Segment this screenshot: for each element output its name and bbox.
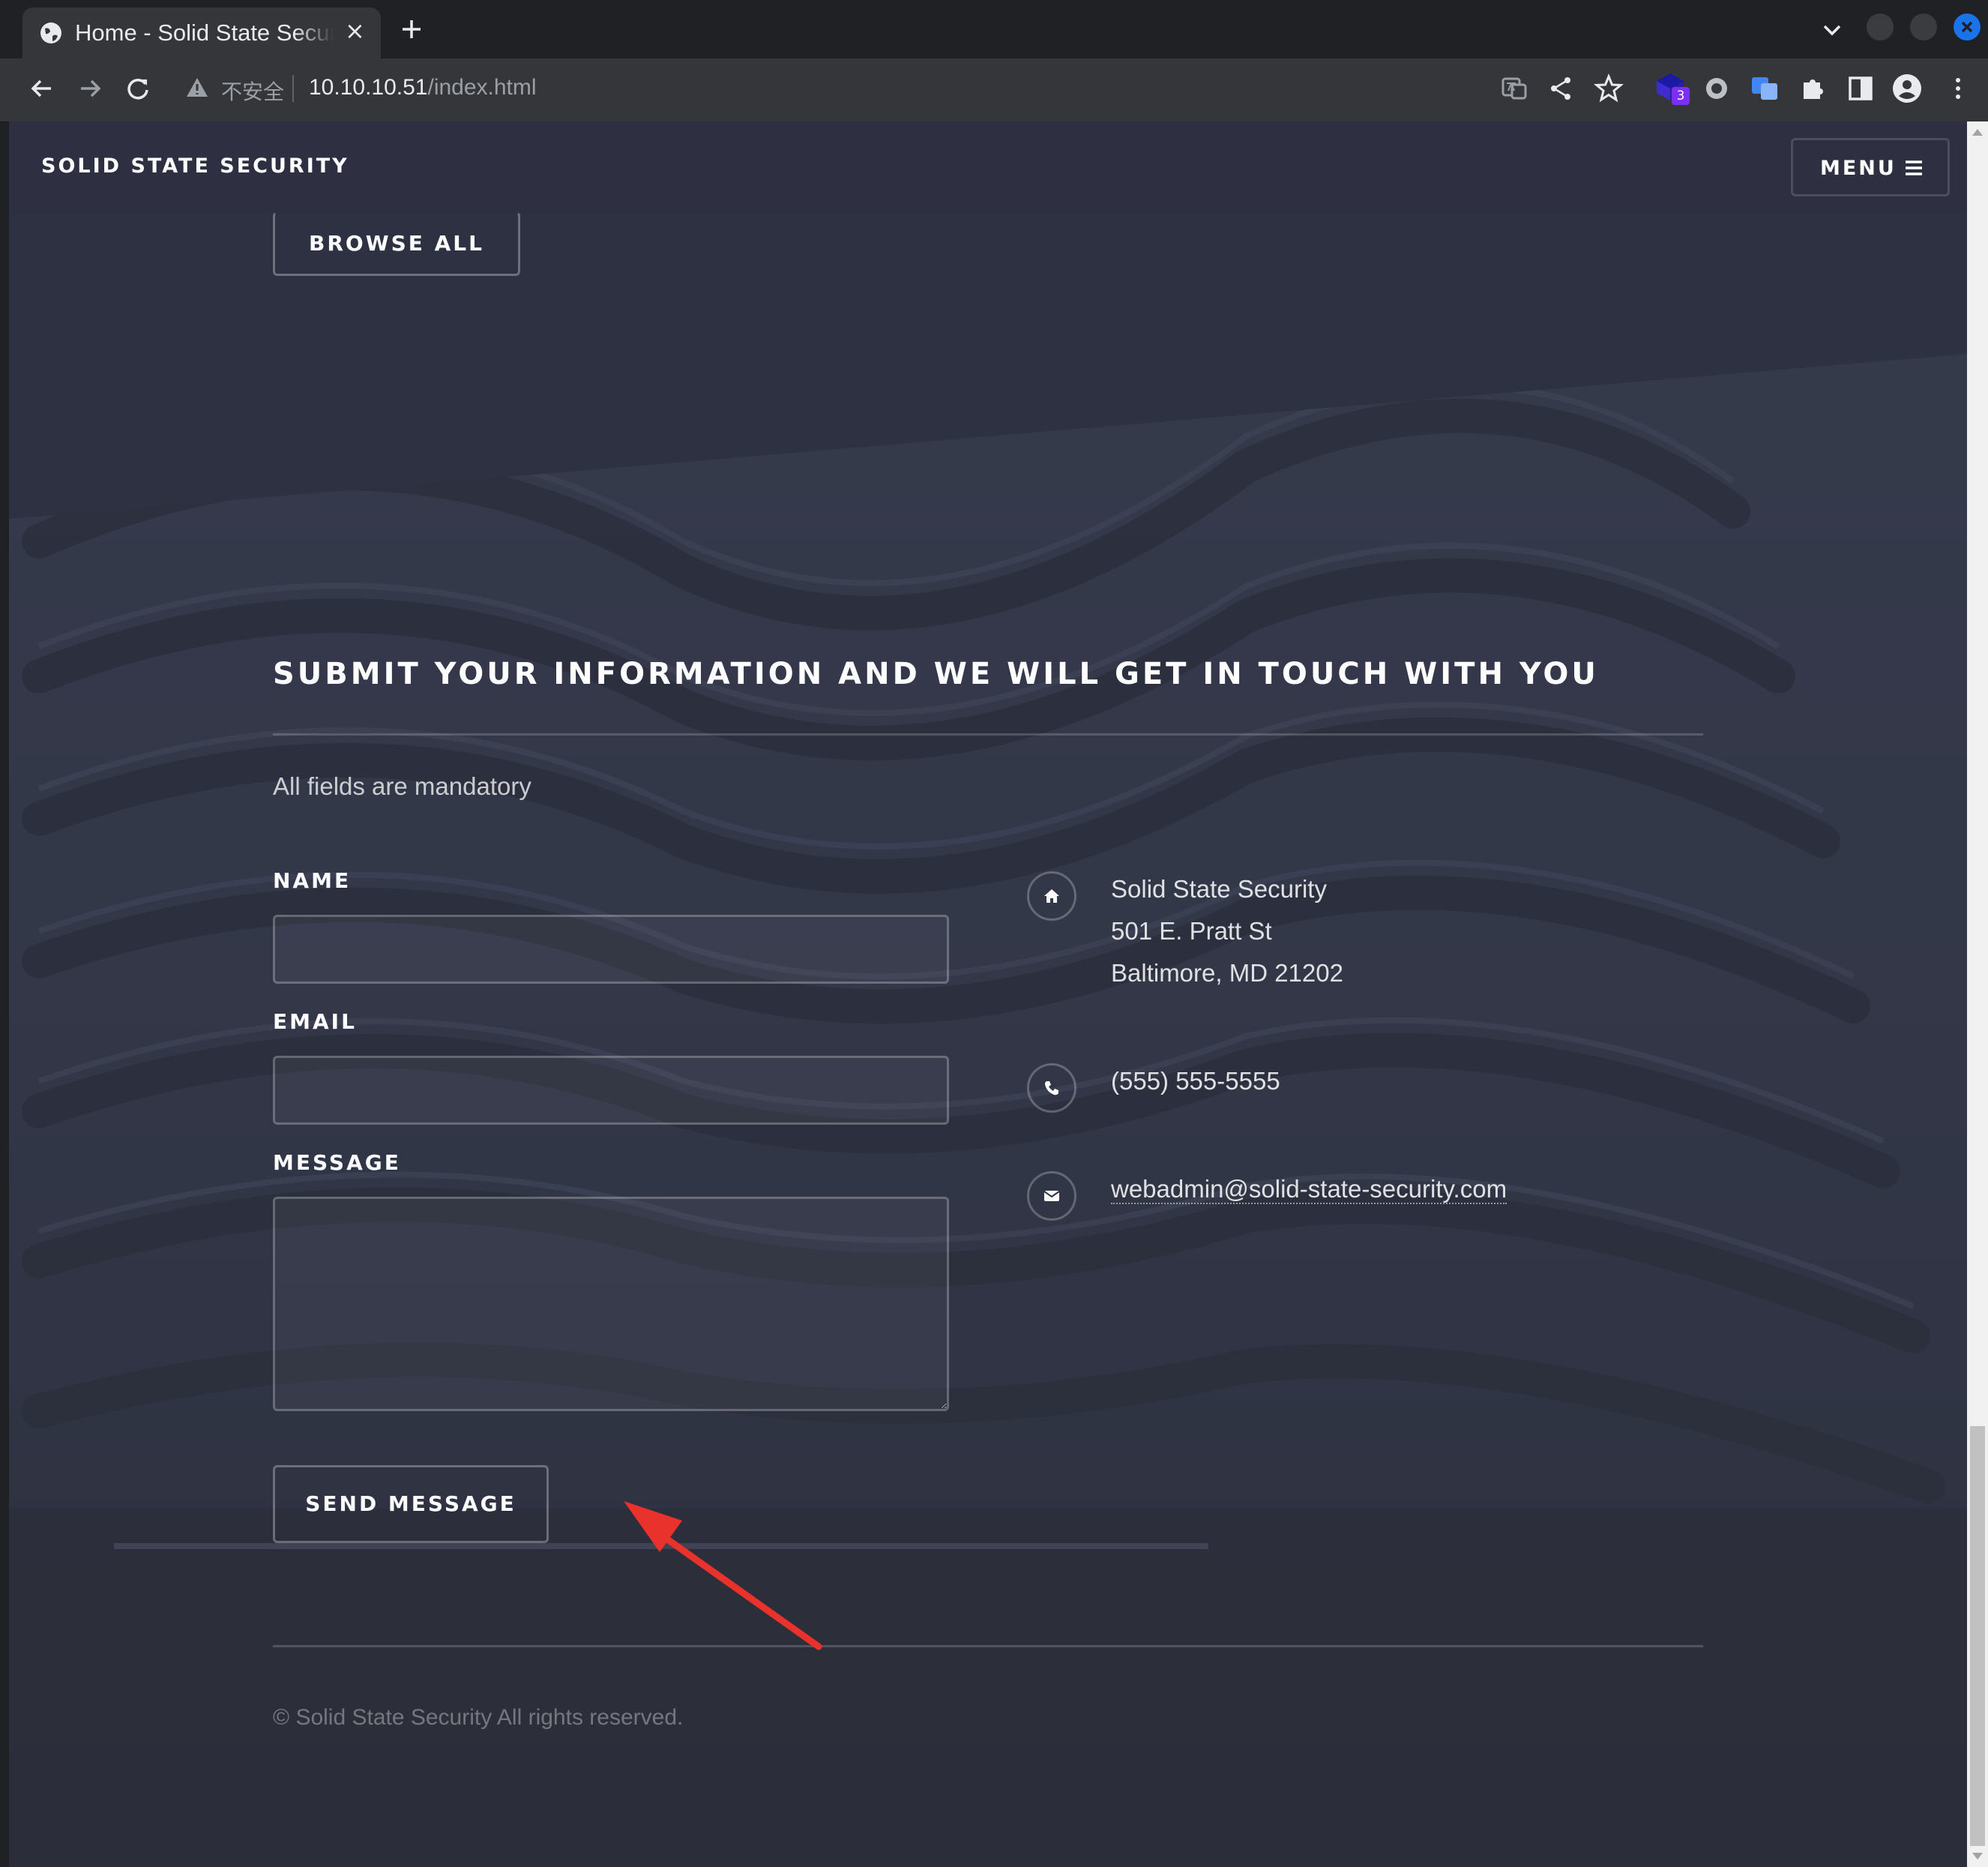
menu-button[interactable]: MENU bbox=[1791, 138, 1950, 196]
address-line-2: 501 E. Pratt St bbox=[1111, 917, 1272, 945]
star-icon[interactable] bbox=[1594, 73, 1624, 103]
tab-title: Home - Solid State Security bbox=[75, 19, 334, 46]
site-header: SOLID STATE SECURITY MENU bbox=[9, 121, 1967, 213]
message-label: MESSAGE bbox=[273, 1150, 401, 1175]
name-label: NAME bbox=[273, 868, 352, 893]
browser-tab-strip: Home - Solid State Security × bbox=[0, 0, 1988, 58]
url-text: 10.10.10.51/index.html bbox=[309, 75, 537, 100]
new-tab-icon[interactable] bbox=[399, 16, 424, 42]
footer-divider bbox=[273, 1645, 1703, 1647]
email-row: webadmin@solid-state-security.com bbox=[1111, 1168, 1507, 1210]
address-icon-circle bbox=[1027, 871, 1076, 921]
warning-icon[interactable] bbox=[186, 76, 208, 99]
browse-all-button[interactable]: BROWSE ALL bbox=[273, 211, 520, 276]
chevron-down-icon[interactable] bbox=[1822, 22, 1843, 37]
message-textarea[interactable] bbox=[273, 1197, 949, 1411]
close-icon bbox=[1961, 21, 1973, 33]
email-label: EMAIL bbox=[273, 1009, 357, 1034]
address-block: Solid State Security 501 E. Pratt St Bal… bbox=[1111, 868, 1343, 994]
translate-extension-icon[interactable] bbox=[1750, 73, 1780, 103]
copyright-text: © Solid State Security All rights reserv… bbox=[273, 1705, 684, 1730]
address-bar[interactable]: 不安全 10.10.10.51/index.html bbox=[172, 66, 1570, 112]
phone-icon-circle bbox=[1027, 1063, 1076, 1113]
record-extension-icon[interactable] bbox=[1702, 73, 1732, 103]
url-divider bbox=[292, 75, 294, 102]
email-icon-circle bbox=[1027, 1171, 1076, 1221]
scroll-up-arrow-icon[interactable] bbox=[1972, 127, 1984, 136]
phone-icon bbox=[1045, 1081, 1058, 1095]
form-subtitle: All fields are mandatory bbox=[273, 772, 531, 800]
page-scrollbar[interactable] bbox=[1967, 121, 1988, 1867]
send-message-button[interactable]: SEND MESSAGE bbox=[273, 1465, 549, 1543]
maximize-button[interactable] bbox=[1910, 13, 1937, 40]
security-label[interactable]: 不安全 bbox=[221, 76, 284, 106]
back-icon[interactable] bbox=[25, 72, 58, 105]
side-panel-icon[interactable] bbox=[1846, 73, 1876, 103]
minimize-button[interactable] bbox=[1867, 13, 1894, 40]
extension-icon[interactable]: 3 bbox=[1654, 70, 1691, 108]
extension-badge: 3 bbox=[1672, 87, 1690, 105]
hamburger-icon bbox=[1906, 160, 1922, 175]
browser-toolbar: 不安全 10.10.10.51/index.html 3 bbox=[0, 58, 1988, 123]
name-input[interactable] bbox=[273, 915, 949, 984]
puzzle-icon[interactable] bbox=[1798, 73, 1828, 103]
contact-heading: SUBMIT YOUR INFORMATION AND WE WILL GET … bbox=[273, 657, 1599, 691]
phone-number: (555) 555-5555 bbox=[1111, 1067, 1280, 1095]
envelope-icon bbox=[1043, 1191, 1060, 1201]
address-line-3: Baltimore, MD 21202 bbox=[1111, 959, 1343, 987]
scrollbar-thumb[interactable] bbox=[1970, 1426, 1985, 1846]
page-viewport: BROWSE ALL SOLID STATE SECURITY MENU SUB… bbox=[9, 121, 1967, 1867]
globe-icon bbox=[40, 22, 61, 43]
browser-tab[interactable]: Home - Solid State Security × bbox=[22, 7, 381, 58]
address-line-1: Solid State Security bbox=[1111, 875, 1327, 903]
forward-icon[interactable] bbox=[73, 72, 106, 105]
building-background-image bbox=[9, 121, 1967, 1867]
close-tab-icon[interactable]: × bbox=[345, 16, 365, 45]
reload-icon[interactable] bbox=[121, 72, 154, 105]
translate-icon[interactable] bbox=[1499, 73, 1529, 103]
home-icon bbox=[1044, 889, 1059, 903]
profile-avatar-icon[interactable] bbox=[1892, 73, 1922, 103]
menu-label: MENU bbox=[1820, 157, 1897, 180]
email-link[interactable]: webadmin@solid-state-security.com bbox=[1111, 1175, 1507, 1204]
scroll-down-arrow-icon[interactable] bbox=[1972, 1852, 1984, 1861]
kebab-menu-icon[interactable] bbox=[1943, 73, 1973, 103]
email-input[interactable] bbox=[273, 1056, 949, 1125]
url-path: /index.html bbox=[427, 75, 537, 100]
heading-divider bbox=[273, 733, 1703, 736]
site-logo[interactable]: SOLID STATE SECURITY bbox=[41, 154, 349, 178]
share-icon[interactable] bbox=[1546, 73, 1576, 103]
url-host: 10.10.10.51 bbox=[309, 75, 428, 100]
close-window-button[interactable] bbox=[1954, 13, 1981, 40]
